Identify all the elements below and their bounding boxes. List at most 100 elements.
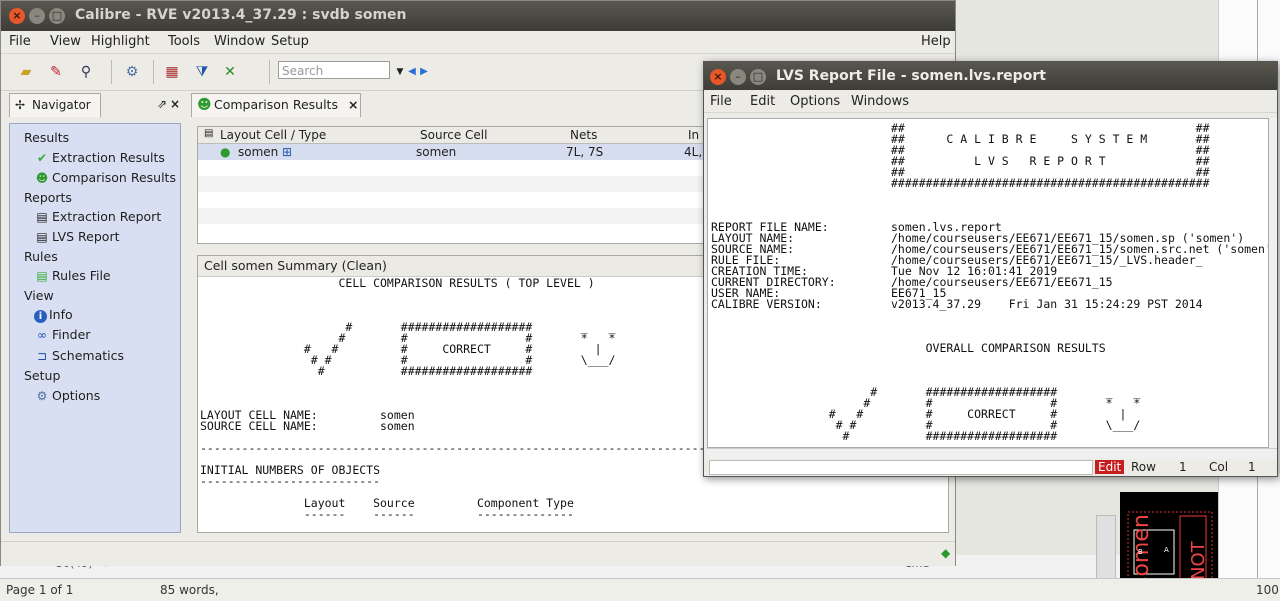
nav-item-rules-file[interactable]: ▤ Rules File [34,268,111,283]
navigator-icon: ✢ [15,98,26,112]
rve-statusbar: ◆ [1,541,955,566]
nav-item-label: Extraction Results [52,150,165,165]
nav-item-extraction-results[interactable]: ✔ Extraction Results [34,150,165,165]
row-label: Row [1131,460,1156,474]
nav-item-comparison-results[interactable]: ☻ Comparison Results [34,170,176,185]
svg-text:NOT: NOT [1188,540,1209,580]
nav-item-info[interactable]: i Info [34,307,73,323]
toolbar-separator [111,60,112,84]
nav-item-label: Schematics [52,348,125,363]
binoculars-icon: ∞ [37,328,47,342]
undock-icon[interactable]: ⇗ [157,97,167,111]
cell-link-icon[interactable]: ⊞ [282,145,292,159]
close-tab-icon[interactable]: × [348,94,358,116]
lvs-report-window: × – □ LVS Report File - somen.lvs.report… [703,61,1278,477]
menu-window[interactable]: Window [214,34,265,49]
page-count: Page 1 of 1 [6,583,74,597]
maximize-icon[interactable]: □ [750,69,766,85]
lvs-report-text-area[interactable]: ## ## ## C A L I B R E S Y S T E M ## ##… [707,118,1269,448]
search-input[interactable]: Search [278,61,390,79]
nav-item-label: LVS Report [52,229,120,244]
nav-item-label: Rules File [52,268,111,283]
search-next-icon[interactable]: ▶ [413,62,435,82]
maximize-icon[interactable]: □ [49,8,65,24]
col-label: Col [1209,460,1229,474]
svg-text:B: B [1138,548,1143,556]
nav-header-results[interactable]: Results [24,130,69,145]
open-folder-icon[interactable]: ▰ [15,62,37,82]
nav-header-setup[interactable]: Setup [24,368,60,383]
navigator-tab[interactable]: ✢ Navigator [9,93,101,117]
zoom-level: 100 [1256,583,1279,597]
table-header-icon: ▤ [204,128,214,139]
menu-file[interactable]: File [9,34,31,49]
lvs-menu-windows[interactable]: Windows [851,94,909,109]
lvs-menu-edit[interactable]: Edit [750,94,775,109]
clear-highlights-icon[interactable]: ✕ [219,62,241,82]
word-count: 85 words, [160,583,219,597]
menu-highlight[interactable]: Highlight [91,34,150,49]
lvs-report-content: ## ## ## C A L I B R E S Y S T E M ## ##… [711,121,1268,443]
navigator-tab-label: Navigator [32,98,91,112]
lvs-status-field [709,460,1093,475]
extraction-results-icon: ✔ [36,151,48,165]
close-pane-icon[interactable]: × [170,97,180,111]
toolbar-separator [153,60,154,84]
minimize-icon[interactable]: – [730,69,746,85]
zoom-icon[interactable]: ⚲ [75,62,97,82]
minimize-icon[interactable]: – [29,8,45,24]
toolbar-separator [269,60,270,84]
report-icon: ▤ [36,210,48,224]
smiley-icon: ☻ [197,97,212,113]
info-icon: i [34,310,47,323]
report-icon: ▤ [36,230,48,244]
col-value: 1 [1248,460,1256,474]
nav-header-view[interactable]: View [24,288,54,303]
lvs-window-title: LVS Report File - somen.lvs.report [776,68,1046,84]
highlight-pen-icon[interactable]: ✎ [45,62,67,82]
menu-bar: File View Highlight Tools Window Setup H… [1,31,955,54]
lvs-statusbar: Edit Row 1 Col 1 [707,459,1277,476]
menu-view[interactable]: View [50,34,81,49]
match-status-icon: ● [220,145,231,159]
column-header-instances[interactable]: In [688,128,699,142]
gear-icon: ⚙ [36,389,48,403]
nav-item-label: Info [49,307,73,322]
nav-item-options[interactable]: ⚙ Options [34,388,101,403]
lvs-horizontal-scrollbar[interactable] [707,448,1277,459]
rules-file-icon: ▤ [36,269,48,283]
nav-header-reports[interactable]: Reports [24,190,72,205]
menu-setup[interactable]: Setup [271,34,309,49]
lvs-titlebar: × – □ LVS Report File - somen.lvs.report [704,62,1277,90]
tab-comparison-results[interactable]: ☻ Comparison Results × [191,93,361,117]
background-statusbar: Page 1 of 1 85 words, 100 [0,578,1280,601]
settings-gear-icon[interactable]: ⚙ [121,62,143,82]
source-cell: somen [416,145,457,159]
cell-hierarchy-icon[interactable]: ▦ [161,62,183,82]
navigator-pane: ✢ Navigator ⇗ × Results ✔ Extraction Resu… [5,93,185,541]
column-header-layout-cell[interactable]: Layout Cell / Type [220,128,326,142]
lvs-menu-bar: File Edit Options Windows [704,90,1277,113]
nav-item-schematics[interactable]: ⊐ Schematics [34,348,124,363]
nav-item-lvs-report[interactable]: ▤ LVS Report [34,229,120,244]
navigator-tree: Results ✔ Extraction Results ☻ Comparison … [9,123,181,533]
column-header-nets[interactable]: Nets [570,128,597,142]
lvs-menu-file[interactable]: File [710,94,732,109]
svg-text:A: A [1164,546,1169,554]
menu-tools[interactable]: Tools [168,34,200,49]
lvs-vertical-scrollbar[interactable] [1269,118,1277,448]
nav-item-extraction-report[interactable]: ▤ Extraction Report [34,209,161,224]
instances-count: 4L, [684,145,703,159]
nav-item-finder[interactable]: ∞ Finder [34,327,90,342]
schematics-icon: ⊐ [36,349,48,363]
edit-mode-badge: Edit [1095,460,1125,474]
close-icon[interactable]: × [9,8,25,24]
lvs-menu-options[interactable]: Options [790,94,840,109]
column-header-source-cell[interactable]: Source Cell [420,128,487,142]
menu-help[interactable]: Help [921,34,951,49]
tab-label: Comparison Results [214,97,338,112]
close-icon[interactable]: × [710,69,726,85]
nav-header-rules[interactable]: Rules [24,249,58,264]
filter-icon[interactable]: ⧩ [191,62,213,82]
row-value: 1 [1179,460,1187,474]
